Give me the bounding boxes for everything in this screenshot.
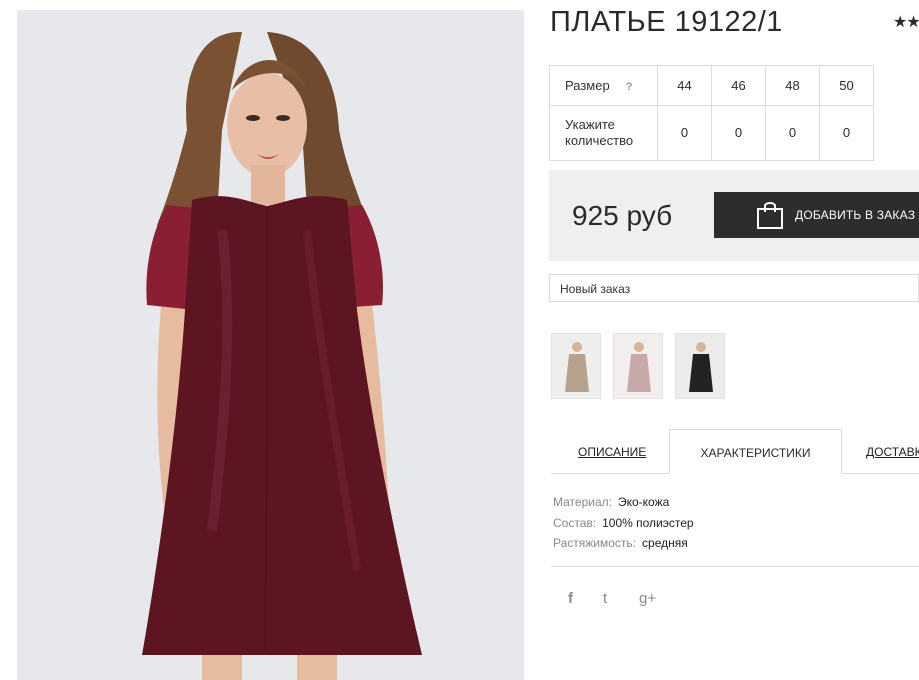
spec-row: Растяжимость: средняя — [553, 536, 688, 550]
add-to-order-label: ДОБАВИТЬ В ЗАКАЗ — [795, 208, 916, 222]
thumbnail-beige-dress[interactable] — [551, 333, 601, 399]
quantity-label: Укажите количество — [549, 105, 658, 161]
twitter-icon[interactable]: t — [603, 590, 607, 607]
rating-stars[interactable]: ★★ — [893, 12, 919, 32]
quantity-input-46[interactable]: 0 — [711, 105, 766, 161]
price-panel: 925 руб ДОБАВИТЬ В ЗАКАЗ — [549, 170, 919, 261]
section-divider — [551, 566, 919, 567]
tab-description[interactable]: ОПИСАНИЕ — [578, 429, 646, 474]
spec-row: Материал: Эко-кожа — [553, 495, 670, 509]
product-title: ПЛАТЬЕ 19122/1 — [550, 6, 783, 38]
thumbnail-black-dress[interactable] — [675, 333, 725, 399]
price: 925 руб — [572, 200, 673, 231]
size-quantity-table: Размер? 44 46 48 50 Укажите количество 0 … — [549, 65, 874, 161]
size-44: 44 — [657, 65, 712, 106]
quantity-input-48[interactable]: 0 — [765, 105, 820, 161]
quantity-input-50[interactable]: 0 — [819, 105, 874, 161]
product-main-photo[interactable] — [17, 10, 524, 680]
quantity-input-44[interactable]: 0 — [657, 105, 712, 161]
googleplus-icon[interactable]: g+ — [639, 590, 656, 607]
product-tabs: ОПИСАНИЕ ХАРАКТЕРИСТИКИ ДОСТАВКА — [551, 429, 919, 474]
shopping-bag-icon — [756, 200, 784, 235]
size-48: 48 — [765, 65, 820, 106]
order-select[interactable]: Новый заказ — [549, 274, 919, 302]
facebook-icon[interactable]: f — [568, 590, 573, 607]
add-to-order-button[interactable]: ДОБАВИТЬ В ЗАКАЗ — [714, 192, 919, 238]
size-50: 50 — [819, 65, 874, 106]
size-46: 46 — [711, 65, 766, 106]
size-label: Размер? — [549, 65, 658, 106]
thumbnail-pink-dress[interactable] — [613, 333, 663, 399]
size-help-icon[interactable]: ? — [626, 81, 633, 93]
spec-row: Состав: 100% полиэстер — [553, 515, 694, 530]
tab-delivery[interactable]: ДОСТАВКА — [866, 429, 919, 474]
specs-list: Материал: Эко-кожа Состав: 100% полиэстер … — [553, 492, 694, 554]
tab-characteristics[interactable]: ХАРАКТЕРИСТИКИ — [669, 429, 842, 474]
